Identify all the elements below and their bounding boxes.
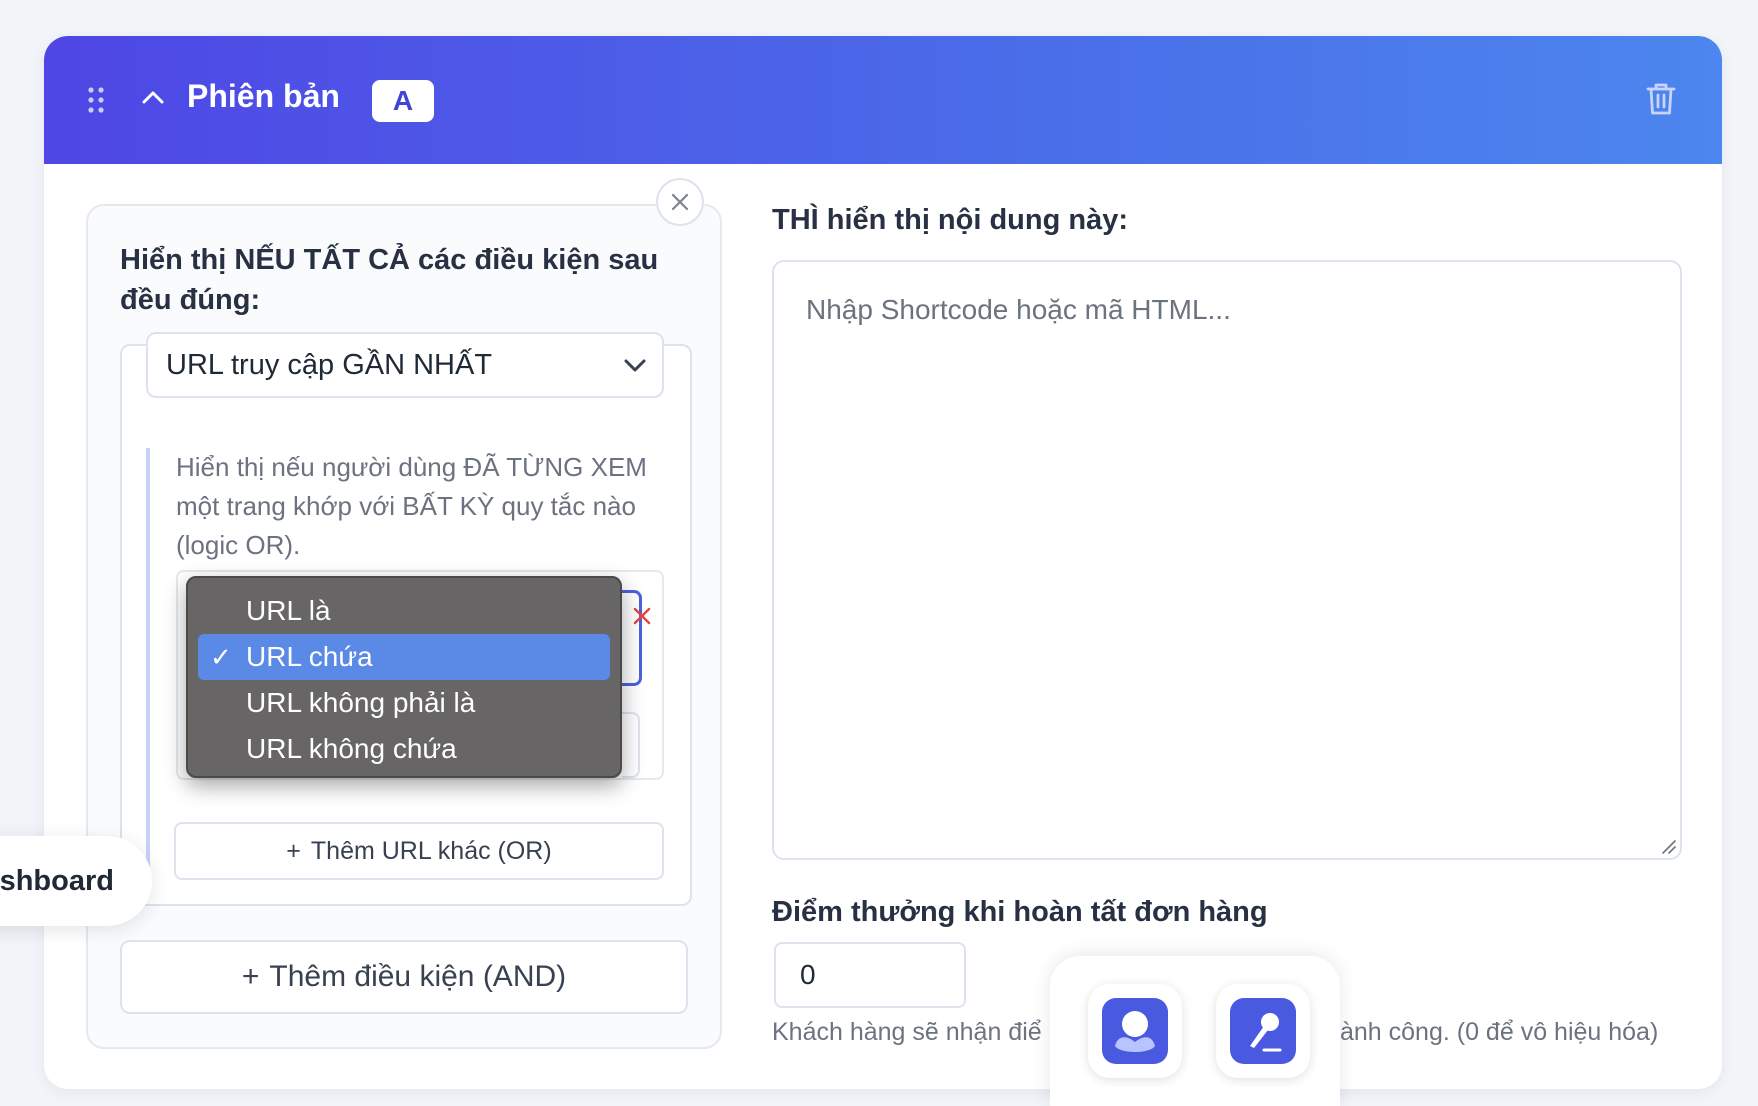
add-condition-label: Thêm điều kiện (AND) <box>269 960 567 993</box>
dropdown-option-url-contains[interactable]: ✓ URL chứa <box>198 634 610 680</box>
chevron-up-icon <box>142 91 164 104</box>
dashboard-tab[interactable]: shboard <box>0 836 152 926</box>
points-help-text: Khách hàng sẽ nhận điể <box>772 1018 1042 1046</box>
dropdown-option-url-not-contains[interactable]: URL không chứa <box>198 726 610 772</box>
add-url-button[interactable]: + Thêm URL khác (OR) <box>174 822 664 880</box>
url-match-dropdown: URL là ✓ URL chứa URL không phải là URL … <box>186 576 622 778</box>
points-help-text-tail: ành công. (0 để vô hiệu hóa) <box>1340 1018 1659 1046</box>
plus-icon: + <box>241 960 260 993</box>
conditions-heading: Hiển thị NẾU TẤT CẢ các điều kiện sau đề… <box>120 244 659 316</box>
option-label: URL không phải là <box>246 687 476 718</box>
close-icon <box>671 193 689 211</box>
points-label: Điểm thưởng khi hoàn tất đơn hàng <box>772 896 1268 928</box>
pen-app-button[interactable] <box>1216 984 1310 1078</box>
dropdown-option-url-is-not[interactable]: URL không phải là <box>198 680 610 726</box>
trash-icon <box>1646 83 1676 115</box>
url-value-input[interactable] <box>622 712 640 778</box>
content-textarea[interactable] <box>772 260 1682 860</box>
checkmark-icon: ✓ <box>210 641 232 672</box>
version-card: Phiên bản A Hiển thị NẾU TẤT CẢ các điều… <box>44 36 1722 1089</box>
version-title: Phiên bản <box>187 78 340 114</box>
avatar-app-button[interactable] <box>1088 984 1182 1078</box>
option-label: URL là <box>246 595 331 626</box>
remove-url-rule-button[interactable] <box>630 604 654 628</box>
condition-type-value: URL truy cập GẦN NHẤT <box>166 348 493 381</box>
page: Phiên bản A Hiển thị NẾU TẤT CẢ các điều… <box>0 0 1758 1106</box>
option-label: URL không chứa <box>246 733 457 764</box>
dashboard-label: shboard <box>0 864 114 897</box>
version-header: Phiên bản A <box>44 36 1722 164</box>
content-label: THÌ hiển thị nội dung này: <box>772 204 1129 236</box>
add-condition-button[interactable]: + Thêm điều kiện (AND) <box>120 940 688 1014</box>
option-label: URL chứa <box>246 641 373 672</box>
close-icon <box>633 607 651 625</box>
dropdown-option-url-is[interactable]: URL là <box>198 588 610 634</box>
condition-type-select[interactable]: URL truy cập GẦN NHẤT <box>146 332 664 398</box>
collapse-button[interactable] <box>136 80 170 114</box>
points-input[interactable] <box>774 942 966 1008</box>
avatar-app-icon <box>1102 998 1168 1064</box>
add-url-label: Thêm URL khác (OR) <box>310 836 552 865</box>
delete-version-button[interactable] <box>1642 78 1680 120</box>
pen-app-icon <box>1230 998 1296 1064</box>
plus-icon: + <box>286 836 301 865</box>
drag-handle-icon[interactable] <box>86 86 106 114</box>
chevron-down-icon <box>624 359 646 372</box>
version-badge: A <box>372 80 434 122</box>
remove-condition-button[interactable] <box>656 178 704 226</box>
rule-description: Hiển thị nếu người dùng ĐÃ TỪNG XEM một … <box>176 452 647 560</box>
app-dock <box>1050 956 1340 1106</box>
resize-grip-icon[interactable] <box>1660 838 1676 854</box>
